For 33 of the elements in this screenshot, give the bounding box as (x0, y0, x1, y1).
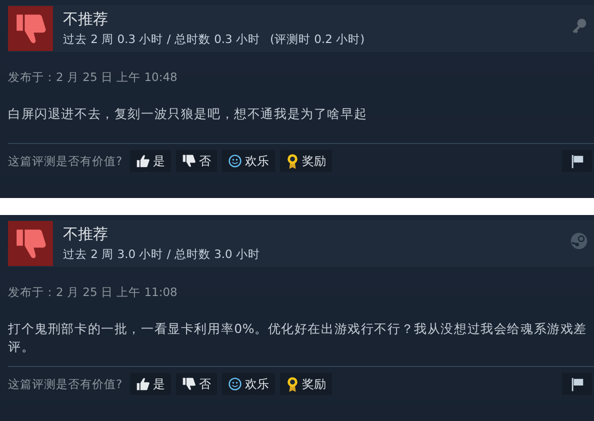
posted-date: 发布于：2 月 25 日 上午 10:48 (8, 70, 178, 85)
posted-date: 发布于：2 月 25 日 上午 11:08 (8, 285, 178, 300)
no-button[interactable]: 否 (176, 373, 218, 395)
playtime-at-review: (评测时 0.2 小时) (270, 32, 365, 47)
award-button[interactable]: 奖励 (280, 150, 332, 172)
helpful-prompt: 这篇评测是否有价值? (8, 154, 122, 168)
playtime-text: 过去 2 周 3.0 小时 / 总时数 3.0 小时 (63, 247, 260, 262)
verdict-title: 不推荐 (63, 225, 109, 244)
funny-button[interactable]: 欢乐 (222, 150, 276, 172)
no-button[interactable]: 否 (176, 150, 218, 172)
flag-icon (570, 376, 584, 392)
award-ribbon-icon (286, 376, 300, 392)
review-text: 打个鬼刑部卡的一批，一看显卡利用率0%。优化好在出游戏行不行？我从没想过我会给魂系游戏差评。 (8, 320, 588, 356)
thumbs-down-icon (182, 154, 196, 168)
flag-icon (570, 154, 584, 168)
smiley-icon (228, 154, 242, 168)
smiley-icon (228, 377, 242, 391)
helpful-prompt: 这篇评测是否有价值? (8, 376, 122, 392)
yes-button[interactable]: 是 (130, 373, 172, 395)
thumbs-up-icon (136, 154, 150, 168)
thumbs-down-icon (182, 377, 196, 391)
yes-button[interactable]: 是 (130, 150, 172, 172)
award-button[interactable]: 奖励 (280, 373, 332, 395)
funny-button[interactable]: 欢乐 (222, 373, 276, 395)
playtime-text: 过去 2 周 0.3 小时 / 总时数 0.3 小时 (63, 32, 260, 47)
key-icon (570, 17, 588, 35)
award-ribbon-icon (286, 152, 300, 170)
report-flag-button[interactable] (562, 373, 592, 395)
thumbs-up-icon (136, 377, 150, 391)
verdict-title: 不推荐 (63, 10, 109, 29)
steam-logo-icon (570, 232, 588, 250)
review-text: 白屏闪退进不去，复刻一波只狼是吧，想不通我是为了啥早起 (8, 105, 368, 123)
report-flag-button[interactable] (562, 150, 592, 172)
